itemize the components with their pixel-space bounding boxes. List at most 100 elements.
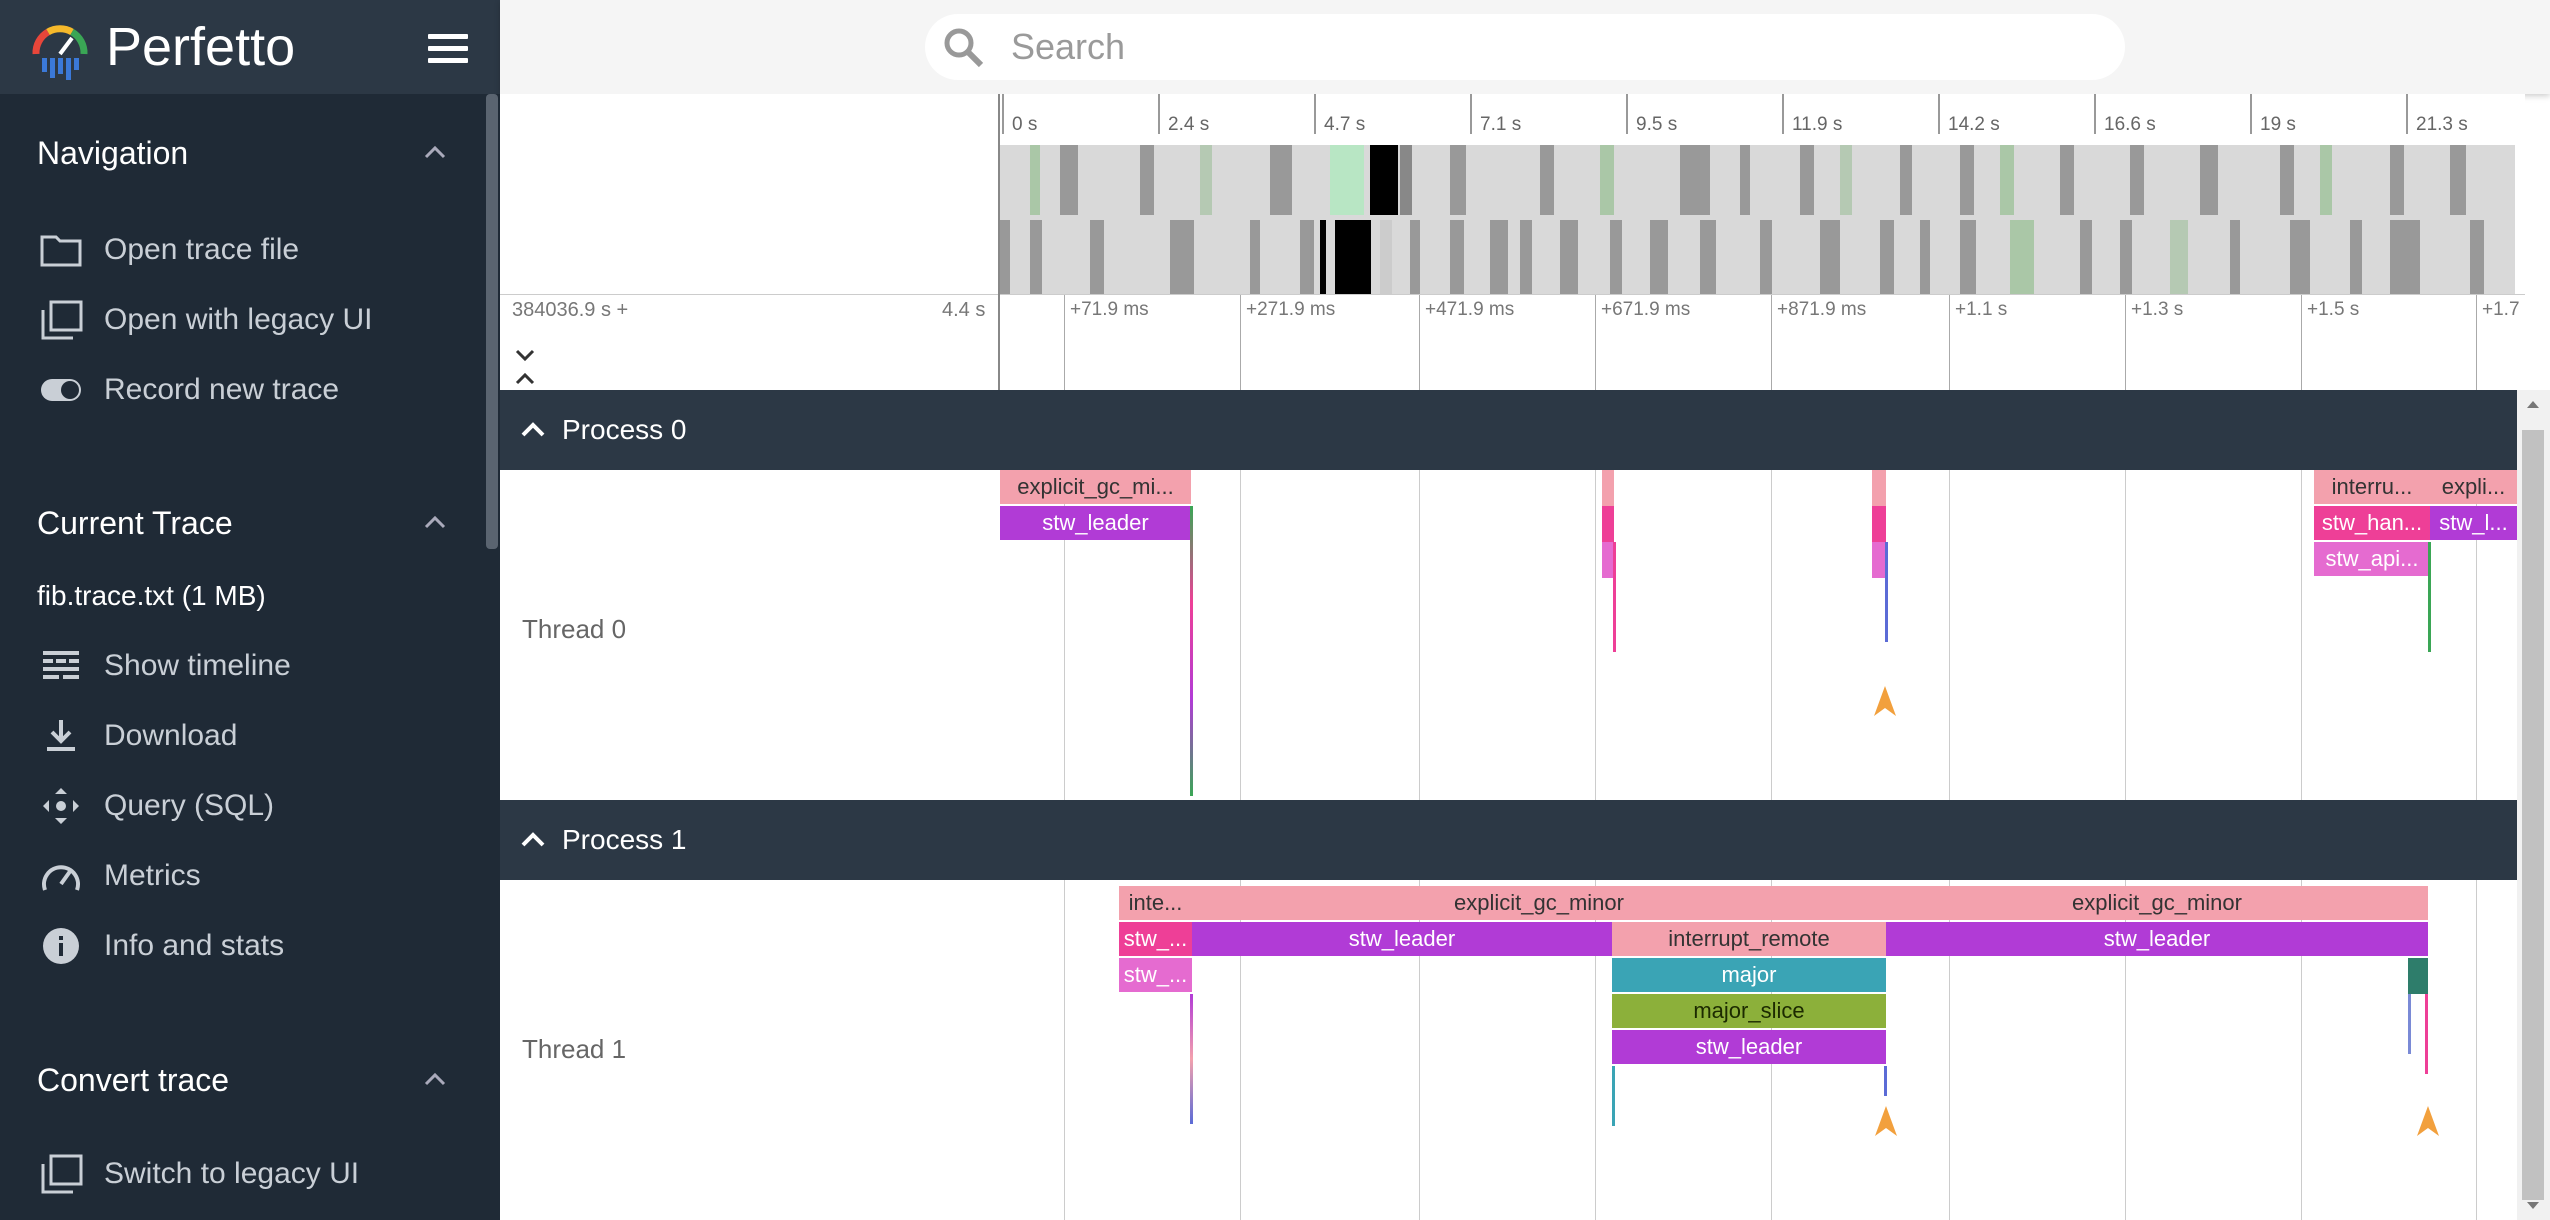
sidebar-item-info-and-stats[interactable]: Info and stats bbox=[36, 922, 284, 970]
overview-activity-block bbox=[1560, 220, 1578, 295]
overview-activity-block bbox=[1270, 145, 1292, 215]
overview-activity-block bbox=[1820, 220, 1840, 295]
overview-activity-block bbox=[2170, 220, 2188, 295]
folder-icon bbox=[36, 228, 86, 272]
slice-sliver[interactable] bbox=[2425, 994, 2428, 1074]
overview-activity-block bbox=[1900, 145, 1912, 215]
overview-activity-block bbox=[2320, 145, 2332, 215]
slice-sliver[interactable] bbox=[1613, 542, 1616, 652]
slice[interactable]: stw_l... bbox=[2430, 506, 2517, 540]
chevron-up-icon[interactable] bbox=[420, 138, 450, 168]
sidebar-item-switch-to-legacy-ui[interactable]: Switch to legacy UI bbox=[36, 1150, 359, 1198]
overview-tick bbox=[1002, 94, 1004, 134]
flow-arrow-icon[interactable] bbox=[1874, 686, 1896, 716]
overview-activity-block bbox=[1410, 220, 1420, 295]
section-title-navigation[interactable]: Navigation bbox=[37, 135, 188, 172]
chevron-up-icon[interactable] bbox=[518, 825, 548, 855]
flow-arrow-icon[interactable] bbox=[2417, 1106, 2439, 1136]
slice-sliver[interactable] bbox=[2408, 958, 2428, 994]
slice[interactable]: interrupt_remote bbox=[1612, 922, 1886, 956]
overview-activity-block bbox=[1450, 145, 1466, 215]
slice[interactable]: interru... bbox=[2314, 470, 2430, 504]
slice-sliver[interactable] bbox=[1602, 506, 1614, 542]
slice-sliver[interactable] bbox=[1612, 1066, 1615, 1126]
overview-activity-block bbox=[1060, 145, 1078, 215]
slice-sliver[interactable] bbox=[1872, 506, 1886, 542]
slice-sliver[interactable] bbox=[1872, 470, 1886, 506]
slice-sliver[interactable] bbox=[2408, 994, 2411, 1054]
overview-tick bbox=[1470, 94, 1472, 134]
scroll-down-icon[interactable] bbox=[2525, 1200, 2541, 1212]
slice[interactable]: explicit_gc_mi... bbox=[1000, 470, 1191, 504]
sidebar-item-record-new-trace[interactable]: Record new trace bbox=[36, 366, 339, 414]
slice[interactable]: stw_leader bbox=[1886, 922, 2428, 956]
overview-tick-label: 4.7 s bbox=[1324, 114, 1366, 135]
slice-sliver[interactable] bbox=[1884, 1066, 1887, 1096]
flow-arrow-icon[interactable] bbox=[1875, 1106, 1897, 1136]
sidebar-item-label: Download bbox=[104, 719, 238, 752]
filter-none-icon bbox=[36, 1152, 86, 1196]
ruler-tick bbox=[1064, 295, 1065, 391]
ruler-tick bbox=[1240, 295, 1241, 391]
overview-activity-block bbox=[1000, 220, 1010, 295]
download-icon bbox=[36, 714, 86, 758]
slice[interactable]: explicit_gc_minor bbox=[1192, 886, 1886, 920]
overview-tick-label: 14.2 s bbox=[1948, 114, 2000, 135]
section-title-current-trace[interactable]: Current Trace bbox=[37, 505, 233, 542]
section-title-convert-trace[interactable]: Convert trace bbox=[37, 1062, 229, 1099]
overview-lanes[interactable] bbox=[1000, 145, 2515, 295]
overview-activity-block bbox=[1090, 220, 1104, 295]
sidebar-item-open-trace-file[interactable]: Open trace file bbox=[36, 226, 299, 274]
slice-sliver[interactable] bbox=[2428, 542, 2431, 652]
tracks-scrollbar[interactable] bbox=[2517, 390, 2550, 1220]
search-input[interactable] bbox=[1009, 25, 2013, 69]
slice-sliver[interactable] bbox=[1872, 542, 1886, 578]
slice[interactable]: stw_leader bbox=[1000, 506, 1191, 540]
slice-sliver[interactable] bbox=[1190, 994, 1193, 1124]
slice-sliver[interactable] bbox=[1602, 470, 1614, 506]
sidebar-item-open-with-legacy-ui[interactable]: Open with legacy UI bbox=[36, 296, 372, 344]
scrollbar-thumb[interactable] bbox=[2522, 430, 2544, 1200]
ruler-tick bbox=[1595, 295, 1596, 391]
overview-tick-label: 2.4 s bbox=[1168, 114, 1210, 135]
overview-activity-block bbox=[1880, 220, 1894, 295]
overview-activity-block bbox=[1450, 220, 1464, 295]
sidebar-item-download[interactable]: Download bbox=[36, 712, 237, 760]
slice[interactable]: explicit_gc_minor bbox=[1886, 886, 2428, 920]
sidebar-item-show-timeline[interactable]: Show timeline bbox=[36, 642, 291, 690]
overview-timeline[interactable]: 0 s 2.4 s 4.7 s 7.1 s 9.5 s 11.9 s 14.2 s 16.6 … bbox=[500, 94, 2525, 295]
chevron-up-icon[interactable] bbox=[518, 415, 548, 445]
sidebar-item-metrics[interactable]: Metrics bbox=[36, 852, 201, 900]
slice[interactable]: stw_leader bbox=[1612, 1030, 1886, 1064]
slice[interactable]: major bbox=[1612, 958, 1886, 992]
sidebar-item-query-sql[interactable]: Query (SQL) bbox=[36, 782, 274, 830]
tracks-panel: Process 0 Thread 0 Process 1 Thread 1 ex… bbox=[500, 390, 2517, 1220]
process-1-header[interactable]: Process 1 bbox=[500, 800, 2517, 880]
overview-activity-block bbox=[1300, 220, 1314, 295]
process-0-header[interactable]: Process 0 bbox=[500, 390, 2517, 470]
slice[interactable]: inte... bbox=[1119, 886, 1192, 920]
slice[interactable]: expli... bbox=[2430, 470, 2517, 504]
slice[interactable]: stw_leader bbox=[1192, 922, 1612, 956]
query-icon bbox=[36, 784, 86, 828]
overview-activity-block bbox=[2060, 145, 2074, 215]
collapse-all-icon[interactable] bbox=[512, 347, 538, 387]
hamburger-menu-icon[interactable] bbox=[428, 34, 468, 64]
slice[interactable]: stw_... bbox=[1119, 958, 1192, 992]
slice[interactable]: stw_api... bbox=[2314, 542, 2430, 576]
slice[interactable]: major_slice bbox=[1612, 994, 1886, 1028]
search-box[interactable] bbox=[925, 14, 2125, 80]
overview-activity-block bbox=[1490, 220, 1508, 295]
scroll-up-icon[interactable] bbox=[2525, 398, 2541, 410]
slice-sliver[interactable] bbox=[1190, 506, 1193, 796]
perfetto-logo-icon bbox=[32, 25, 88, 80]
ruler-tick-label: +71.9 ms bbox=[1070, 299, 1149, 320]
process-name: Process 0 bbox=[562, 414, 687, 445]
slice[interactable]: stw_han... bbox=[2314, 506, 2430, 540]
time-ruler[interactable]: 384036.9 s + 4.4 s +71.9 ms +271.9 ms +471… bbox=[500, 294, 2525, 393]
chevron-up-icon[interactable] bbox=[420, 1065, 450, 1095]
chevron-up-icon[interactable] bbox=[420, 508, 450, 538]
slice-sliver[interactable] bbox=[1885, 542, 1888, 642]
sidebar-scrollbar[interactable] bbox=[486, 94, 498, 549]
slice[interactable]: stw_... bbox=[1119, 922, 1192, 956]
